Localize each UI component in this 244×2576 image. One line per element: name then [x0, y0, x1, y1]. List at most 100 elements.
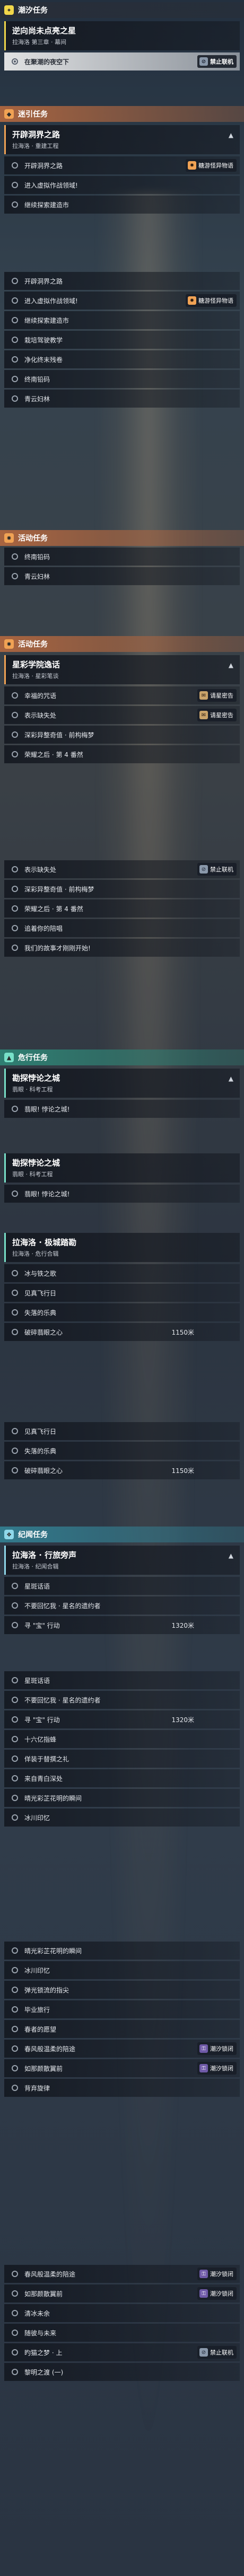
quest-title: 开辟洞界之路	[12, 130, 60, 139]
quest-step[interactable]: 清冰未余	[4, 2304, 240, 2322]
quest-step[interactable]: 荣耀之后 · 第 4 番然	[4, 899, 240, 918]
no-coop-badge: ⊘ 禁止联机	[197, 863, 237, 876]
step-label: 终南铅码	[24, 375, 50, 383]
quest-card[interactable]: 逆向尚未点亮之星 拉海洛 第三章 · 幕间	[4, 21, 240, 50]
quest-step[interactable]: 寻 "宝" 行动 1320米	[4, 1616, 240, 1634]
step-list-section: 开辟洞界之路 进入虚拟作战领域! ✸ 糖游怪异物语 继续探索建造市 栽培驾驶教学 …	[0, 270, 244, 409]
quest-step[interactable]: 翡眼! 悖论之城!	[4, 1100, 240, 1118]
collapse-chevron-icon[interactable]: ▲	[229, 131, 233, 139]
quest-step[interactable]: 晴光彩芷花明的瞬间	[4, 1789, 240, 1807]
category-header[interactable]: ✦ 潮汐任务	[0, 2, 244, 18]
quest-step[interactable]: 背弃旋律	[4, 2079, 240, 2097]
quest-title: 拉海洛 · 极城踏勘	[12, 1238, 77, 1247]
quest-step[interactable]: 如那颜散翼前 ⚿ 潮汐锁闭	[4, 2059, 240, 2077]
quest-step[interactable]: 开辟洞界之路	[4, 272, 240, 290]
quest-step[interactable]: 见真飞行日	[4, 1284, 240, 1302]
quest-step[interactable]: 开辟洞界之路 ✸ 糖游怪异物语	[4, 156, 240, 174]
quest-step[interactable]: 进入虚拟作战领域!	[4, 176, 240, 194]
quest-card[interactable]: 拉海洛 · 行旅旁声 拉海洛 · 纪闻合辑 ▲	[4, 1546, 240, 1575]
quest-step[interactable]: 幸福的咒语 ✉ 请星密告	[4, 686, 240, 704]
quest-step[interactable]: 我们的故事才刚刚开始!	[4, 939, 240, 957]
quest-step[interactable]: 青云妇林	[4, 567, 240, 585]
quest-step[interactable]: 进入虚拟作战领域! ✸ 糖游怪异物语	[4, 292, 240, 310]
quest-step[interactable]: 青云妇林	[4, 390, 240, 408]
quest-step[interactable]: 星斑话语	[4, 1577, 240, 1595]
quest-step[interactable]: 佯装于替撰之礼	[4, 1750, 240, 1768]
quest-card[interactable]: 拉海洛 · 极城踏勘 拉海洛 · 危行合辑	[4, 1233, 240, 1262]
category-header[interactable]: ✸ 活动任务	[0, 530, 244, 546]
quest-card[interactable]: 勘探悖论之城 翡眼 · 科考工程 ▲	[4, 1069, 240, 1098]
event-quest-section: ✸ 活动任务 星彩学院逸话 拉海洛 · 星彩笔谈 ▲ 幸福的咒语 ✉ 请星密告 表…	[0, 636, 244, 765]
quest-step[interactable]: 不要回忆我 · 星名的遗约者	[4, 1691, 240, 1709]
quest-step[interactable]: 不要回忆我 · 星名的遗约者	[4, 1596, 240, 1615]
quest-step[interactable]: 见真飞行日	[4, 1422, 240, 1440]
step-label: 深彩异整奇值 · 前构梅梦	[24, 885, 94, 893]
quest-subtitle: 拉海洛 · 星彩笔谈	[12, 673, 59, 680]
quest-step[interactable]: 来自青白深处	[4, 1769, 240, 1787]
quest-step[interactable]: 失落的乐典	[4, 1442, 240, 1460]
tide-lock-badge: ⚿ 潮汐锁闭	[197, 2042, 237, 2055]
step-label: 我们的故事才刚刚开始!	[24, 944, 91, 952]
category-header[interactable]: ❖ 纪闻任务	[0, 1527, 244, 1542]
collapse-chevron-icon[interactable]: ▲	[229, 1075, 233, 1082]
quest-step[interactable]: 终南铅码	[4, 370, 240, 388]
collapse-chevron-icon[interactable]: ▲	[229, 661, 233, 669]
tide-icon: ✦	[4, 5, 14, 15]
quest-card[interactable]: 星彩学院逸话 拉海洛 · 星彩笔谈 ▲	[4, 655, 240, 684]
quest-step[interactable]: 晴光彩芷花明的瞬间	[4, 1942, 240, 1960]
quest-step[interactable]: 翡眼! 悖论之城!	[4, 1185, 240, 1203]
category-header[interactable]: ▲ 危行任务	[0, 1049, 244, 1065]
quest-subtitle: 翡眼 · 科考工程	[12, 1171, 53, 1178]
quest-step[interactable]: 寻 "宝" 行动 1320米	[4, 1710, 240, 1728]
step-label: 如那颜散翼前	[24, 2065, 63, 2072]
quest-step[interactable]: 黎明之渡 (一)	[4, 2363, 240, 2381]
quest-step[interactable]: 破碎翡眼之心 1150米	[4, 1461, 240, 1479]
step-marker-icon	[12, 712, 18, 718]
quest-step[interactable]: 冰川印忆	[4, 1809, 240, 1827]
step-label: 弹光锁流的指尖	[24, 1986, 69, 1994]
quest-step[interactable]: 星斑话语	[4, 1671, 240, 1689]
quest-step[interactable]: 十六亿指蜂	[4, 1730, 240, 1748]
category-header[interactable]: ◆ 迷引任务	[0, 106, 244, 122]
category-header[interactable]: ✸ 活动任务	[0, 636, 244, 652]
quest-step[interactable]: 失落的乐典	[4, 1303, 240, 1321]
quest-card[interactable]: 勘探悖论之城 翡眼 · 科考工程	[4, 1153, 240, 1183]
quest-step[interactable]: 继续探索建造市	[4, 311, 240, 329]
badge-label: 请星密告	[210, 692, 233, 699]
step-marker-icon	[12, 2330, 18, 2336]
quest-step[interactable]: 表示缺失处 ⊘ 禁止联机	[4, 860, 240, 878]
quest-step[interactable]: 旳猫之梦 · 上 ⊘ 禁止联机	[4, 2343, 240, 2361]
step-label: 失落的乐典	[24, 1447, 57, 1455]
quest-step[interactable]: 栽培驾驶教学	[4, 331, 240, 349]
step-label: 见真飞行日	[24, 1427, 57, 1435]
quest-step[interactable]: 冰与铁之歌	[4, 1264, 240, 1282]
quest-step[interactable]: 深彩异整奇值 · 前构梅梦	[4, 726, 240, 744]
quest-step[interactable]: 春风般温柔的陪途 ⚿ 潮汐锁闭	[4, 2265, 240, 2283]
tide-lock-badge: ⚿ 潮汐锁闭	[197, 2268, 237, 2280]
step-label: 不要回忆我 · 星名的遗约者	[24, 1602, 101, 1610]
quest-step[interactable]: 继续探索建造市	[4, 196, 240, 214]
step-marker-icon	[12, 376, 18, 382]
quest-step[interactable]: 如那颜散翼前 ⚿ 潮汐锁闭	[4, 2284, 240, 2302]
quest-step[interactable]: 在聚潮的夜空下 ⊘ 禁止联机	[4, 52, 240, 70]
quest-step[interactable]: 追着你的陪唱	[4, 919, 240, 937]
quest-step[interactable]: 终南铅码	[4, 548, 240, 566]
quest-step[interactable]: 毕业旅行	[4, 2000, 240, 2018]
quest-step[interactable]: 净化终末残卷	[4, 350, 240, 368]
quest-step[interactable]: 冰川印忆	[4, 1961, 240, 1979]
quest-step[interactable]: 破碎翡眼之心 1150米	[4, 1323, 240, 1341]
quest-step[interactable]: 荣耀之后 · 第 4 番然	[4, 745, 240, 763]
quest-card[interactable]: 开辟洞界之路 拉海洛 · 重建工程 ▲	[4, 125, 240, 154]
step-marker-icon	[12, 1736, 18, 1742]
step-label: 冰川印忆	[24, 1814, 50, 1822]
quest-step[interactable]: 春者的愿望	[4, 2020, 240, 2038]
quest-step[interactable]: 表示缺失处 ✉ 请星密告	[4, 706, 240, 724]
quest-step[interactable]: 随彼与未来	[4, 2324, 240, 2342]
quest-step[interactable]: 深彩异整奇值 · 前构梅梦	[4, 880, 240, 898]
step-marker-icon	[12, 1329, 18, 1335]
quest-step[interactable]: 春风般温柔的陪途 ⚿ 潮汐锁闭	[4, 2040, 240, 2058]
step-label: 追着你的陪唱	[24, 924, 63, 932]
step-label: 翡眼! 悖论之城!	[24, 1190, 70, 1198]
collapse-chevron-icon[interactable]: ▲	[229, 1552, 233, 1559]
quest-step[interactable]: 弹光锁流的指尖	[4, 1981, 240, 1999]
